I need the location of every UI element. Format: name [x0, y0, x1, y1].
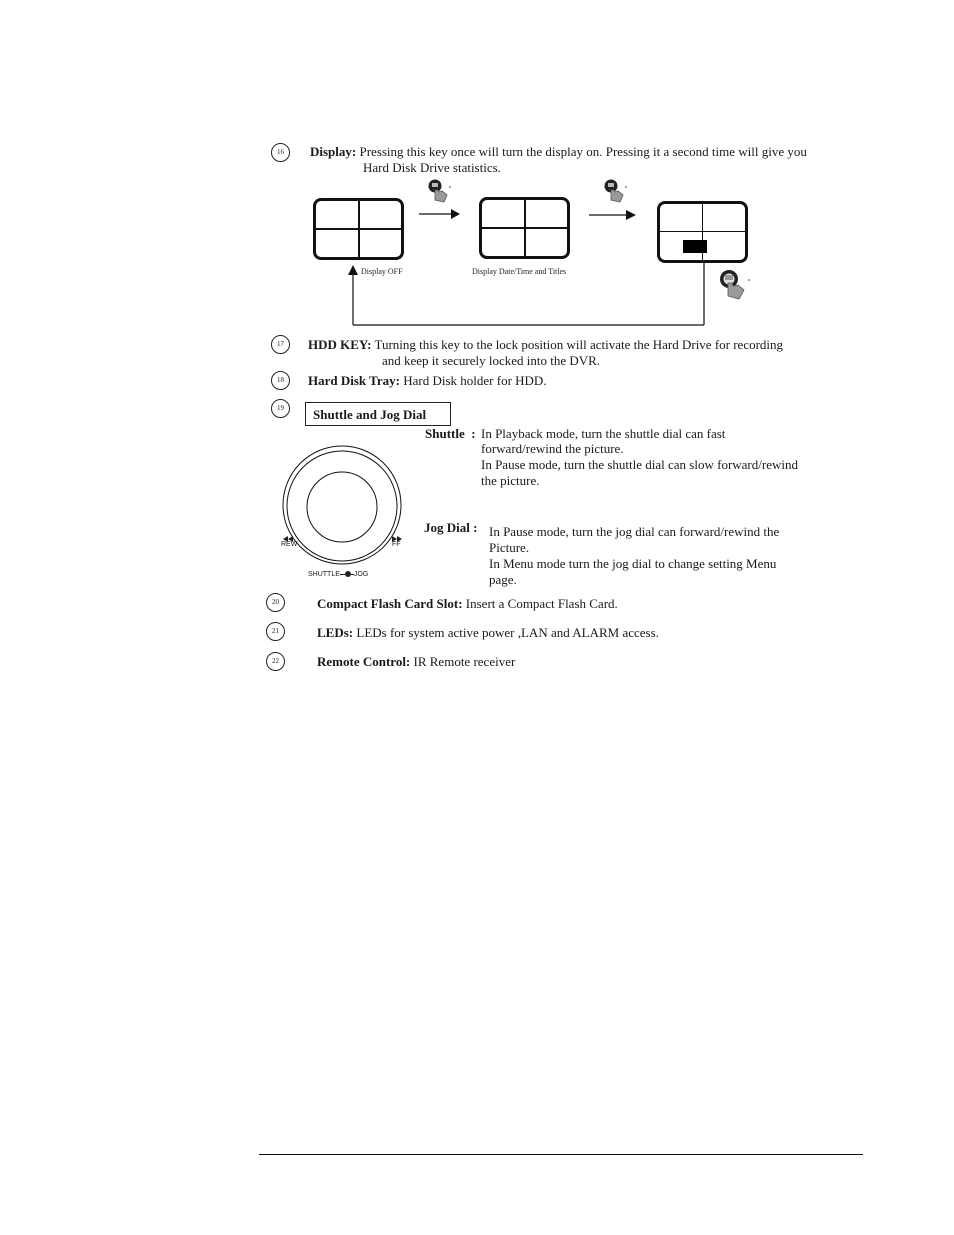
shuttle-legend-label: SHUTTLE	[308, 571, 340, 578]
item-number-20: 20	[266, 593, 285, 612]
hand-press-icon	[604, 179, 627, 203]
shuttle-label: Shuttle :	[425, 426, 476, 441]
shuttle-line-3: In Pause mode, turn the shuttle dial can…	[481, 457, 798, 472]
arrow-right-icon	[419, 209, 460, 219]
item-display-text: Display: Pressing this key once will tur…	[310, 144, 807, 160]
item-number-22: 22	[266, 652, 285, 671]
item-hdd-tray-line1: Hard Disk holder for HDD.	[399, 373, 547, 388]
shuttle-line-2: forward/rewind the picture.	[481, 441, 624, 456]
jog-line-4: page.	[489, 572, 517, 587]
screen-divider-h	[316, 228, 401, 230]
item-hdd-key-line2: and keep it securely locked into the DVR…	[382, 353, 601, 368]
shuttle-jog-heading: Shuttle and Jog Dial	[305, 402, 451, 426]
item-hdd-tray-text: Hard Disk Tray: Hard Disk holder for HDD…	[308, 373, 547, 389]
item-hdd-key-line1: Turning this key to the lock position wi…	[371, 337, 784, 352]
item-leds-text: LEDs: LEDs for system active power ,LAN …	[317, 625, 659, 641]
screen-hdd-stats	[657, 201, 748, 263]
item-hdd-tray-title: Hard Disk Tray:	[308, 373, 400, 388]
screen-display-off	[313, 198, 404, 260]
jog-line-2: Picture.	[489, 540, 530, 555]
screen-display-date	[479, 197, 570, 259]
item-hdd-key-title: HDD KEY:	[308, 337, 372, 352]
item-leds-line1: LEDs for system active power ,LAN and AL…	[353, 625, 659, 640]
hand-press-icon	[720, 270, 750, 300]
shuttle-jog-dial-figure: REW FF SHUTTLE JOG	[270, 440, 420, 585]
item-leds-title: LEDs:	[317, 625, 354, 640]
item-number-16: 16	[271, 143, 290, 162]
shuttle-line-1: In Playback mode, turn the shuttle dial …	[481, 426, 726, 441]
footer-rule	[259, 1154, 863, 1155]
screen-divider-h	[482, 227, 567, 229]
item-display-line2: Hard Disk Drive statistics.	[363, 160, 501, 175]
ff-label: FF	[392, 541, 401, 548]
item-display-title: Display:	[310, 144, 357, 159]
item-cf-slot-line1: Insert a Compact Flash Card.	[462, 596, 618, 611]
jog-legend-label: JOG	[353, 571, 369, 578]
jog-line-3: In Menu mode turn the jog dial to change…	[489, 556, 777, 571]
display-diagram: Display OFF Display Date/Time and Titles	[300, 175, 760, 330]
item-hdd-key-text: HDD KEY: Turning this key to the lock po…	[308, 337, 783, 353]
shuttle-jog-legend: SHUTTLE JOG	[308, 571, 368, 578]
item-number-19: 19	[271, 399, 290, 418]
loop-back-arrow-icon	[348, 261, 705, 326]
hand-press-icon	[428, 179, 451, 203]
jog-line-1: In Pause mode, turn the jog dial can for…	[489, 524, 780, 539]
shuttle-line-4: the picture.	[481, 473, 540, 488]
dial-outline	[282, 445, 402, 565]
item-remote-title: Remote Control:	[317, 654, 411, 669]
item-number-21: 21	[266, 622, 285, 641]
jog-label: Jog Dial :	[424, 520, 478, 535]
rew-label: REW	[281, 541, 298, 548]
item-display-line1: Pressing this key once will turn the dis…	[356, 144, 807, 159]
item-number-17: 17	[271, 335, 290, 354]
arrow-right-icon	[589, 210, 636, 220]
item-cf-slot-text: Compact Flash Card Slot: Insert a Compac…	[317, 596, 618, 612]
item-cf-slot-title: Compact Flash Card Slot:	[317, 596, 463, 611]
hdd-stats-block	[683, 240, 707, 253]
screen-divider-h	[660, 231, 745, 232]
item-remote-text: Remote Control: IR Remote receiver	[317, 654, 515, 670]
item-remote-line1: IR Remote receiver	[410, 654, 516, 669]
item-number-18: 18	[271, 371, 290, 390]
